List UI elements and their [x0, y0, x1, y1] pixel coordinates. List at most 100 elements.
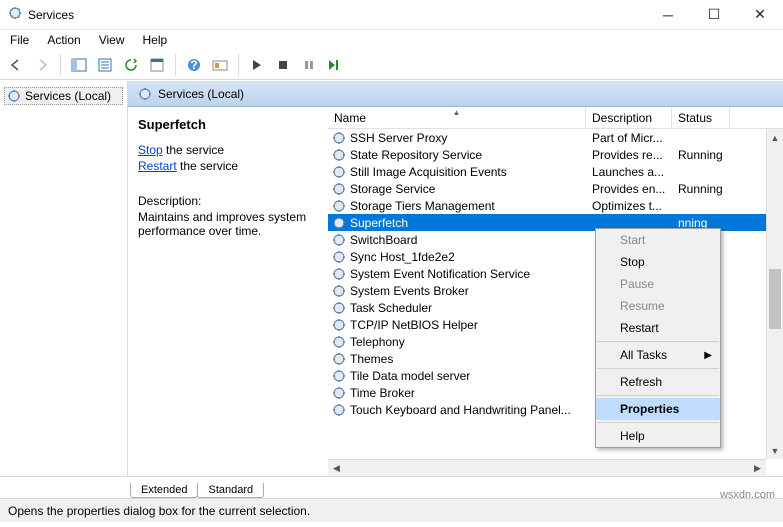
- menubar: File Action View Help: [0, 30, 783, 50]
- result-header: Services (Local): [128, 81, 783, 107]
- gear-icon: [332, 352, 346, 366]
- forward-button[interactable]: [30, 53, 54, 77]
- scroll-down-icon[interactable]: ▼: [767, 442, 783, 459]
- restart-link[interactable]: Restart: [138, 159, 177, 173]
- minimize-button[interactable]: ─: [645, 0, 691, 29]
- gear-icon: [332, 267, 346, 281]
- column-headers: Name▲ Description Status: [328, 107, 783, 129]
- service-name: Time Broker: [350, 386, 415, 400]
- service-name: Touch Keyboard and Handwriting Panel...: [350, 403, 571, 417]
- statusbar: Opens the properties dialog box for the …: [0, 498, 783, 522]
- service-name: Tile Data model server: [350, 369, 470, 383]
- horizontal-scrollbar[interactable]: ◀ ▶: [328, 459, 766, 476]
- service-name: Superfetch: [350, 216, 408, 230]
- service-name: Storage Service: [350, 182, 435, 196]
- ctx-refresh[interactable]: Refresh: [596, 371, 720, 393]
- tree-services-local[interactable]: Services (Local): [4, 87, 123, 105]
- gear-icon: [332, 386, 346, 400]
- service-description: Provides en...: [586, 182, 672, 196]
- service-description: Optimizes t...: [586, 199, 672, 213]
- toolbar: ?: [0, 50, 783, 80]
- gear-icon: [332, 131, 346, 145]
- pause-service-button[interactable]: [297, 53, 321, 77]
- gear-icon: [332, 301, 346, 315]
- service-row[interactable]: SSH Server ProxyPart of Micr...: [328, 129, 783, 146]
- gear-icon: [332, 284, 346, 298]
- gear-icon: [7, 89, 21, 103]
- ctx-properties[interactable]: Properties: [596, 398, 720, 420]
- properties-button[interactable]: [145, 53, 169, 77]
- col-status[interactable]: Status: [672, 107, 730, 128]
- ctx-pause: Pause: [596, 273, 720, 295]
- col-description[interactable]: Description: [586, 107, 672, 128]
- gear-icon: [332, 233, 346, 247]
- ctx-all-tasks[interactable]: All Tasks▶: [596, 344, 720, 366]
- watermark: wsxdn.com: [720, 489, 775, 501]
- header-title: Services (Local): [158, 87, 244, 101]
- gear-icon: [332, 335, 346, 349]
- service-name: Still Image Acquisition Events: [350, 165, 507, 179]
- gear-icon: [332, 148, 346, 162]
- menu-action[interactable]: Action: [45, 32, 82, 48]
- svg-text:?: ?: [190, 58, 197, 72]
- back-button[interactable]: [4, 53, 28, 77]
- service-description: Provides re...: [586, 148, 672, 162]
- service-name: Sync Host_1fde2e2: [350, 250, 455, 264]
- context-menu: Start Stop Pause Resume Restart All Task…: [595, 228, 721, 448]
- ctx-stop[interactable]: Stop: [596, 251, 720, 273]
- gear-icon: [332, 199, 346, 213]
- service-status: Running: [672, 148, 730, 162]
- close-button[interactable]: ✕: [737, 0, 783, 29]
- vertical-scrollbar[interactable]: ▲ ▼: [766, 129, 783, 459]
- ctx-help[interactable]: Help: [596, 425, 720, 447]
- refresh-button[interactable]: [119, 53, 143, 77]
- menu-help[interactable]: Help: [141, 32, 170, 48]
- gear-icon: [332, 403, 346, 417]
- titlebar: Services ─ ☐ ✕: [0, 0, 783, 30]
- description-text: Maintains and improves system performanc…: [138, 210, 318, 238]
- service-name: SSH Server Proxy: [350, 131, 447, 145]
- status-text: Opens the properties dialog box for the …: [8, 504, 310, 518]
- service-row[interactable]: Storage Service Provides en...Running: [328, 180, 783, 197]
- menu-view[interactable]: View: [97, 32, 127, 48]
- maximize-button[interactable]: ☐: [691, 0, 737, 29]
- stop-link[interactable]: Stop: [138, 143, 163, 157]
- show-hide-tree-button[interactable]: [67, 53, 91, 77]
- service-name: Storage Tiers Management: [350, 199, 495, 213]
- scrollbar-thumb[interactable]: [769, 269, 781, 329]
- service-row[interactable]: Storage Tiers Management Optimizes t...: [328, 197, 783, 214]
- view-tabs: Extended Standard: [0, 476, 783, 498]
- service-name: System Events Broker: [350, 284, 469, 298]
- tab-standard[interactable]: Standard: [197, 483, 264, 498]
- ctx-start: Start: [596, 229, 720, 251]
- ctx-restart[interactable]: Restart: [596, 317, 720, 339]
- menu-file[interactable]: File: [8, 32, 31, 48]
- connect-button[interactable]: [208, 53, 232, 77]
- tab-extended[interactable]: Extended: [130, 483, 198, 498]
- service-name: Themes: [350, 352, 393, 366]
- service-name: SwitchBoard: [350, 233, 417, 247]
- gear-icon: [332, 318, 346, 332]
- export-list-button[interactable]: [93, 53, 117, 77]
- scroll-left-icon[interactable]: ◀: [328, 460, 345, 476]
- service-row[interactable]: Still Image Acquisition EventsLaunches a…: [328, 163, 783, 180]
- service-row[interactable]: State Repository Service Provides re...Ru…: [328, 146, 783, 163]
- window-title: Services: [28, 8, 645, 22]
- help-button[interactable]: ?: [182, 53, 206, 77]
- start-service-button[interactable]: [245, 53, 269, 77]
- service-name: Telephony: [350, 335, 405, 349]
- app-icon: [8, 6, 22, 23]
- submenu-arrow-icon: ▶: [704, 350, 712, 361]
- scroll-right-icon[interactable]: ▶: [749, 460, 766, 476]
- gear-icon: [332, 369, 346, 383]
- restart-service-button[interactable]: [323, 53, 347, 77]
- col-name[interactable]: Name▲: [328, 107, 586, 128]
- console-tree: Services (Local): [0, 81, 128, 476]
- ctx-resume: Resume: [596, 295, 720, 317]
- service-name: State Repository Service: [350, 148, 482, 162]
- service-status: Running: [672, 182, 730, 196]
- gear-icon: [332, 165, 346, 179]
- sort-asc-icon: ▲: [453, 108, 461, 117]
- scroll-up-icon[interactable]: ▲: [767, 129, 783, 146]
- stop-service-button[interactable]: [271, 53, 295, 77]
